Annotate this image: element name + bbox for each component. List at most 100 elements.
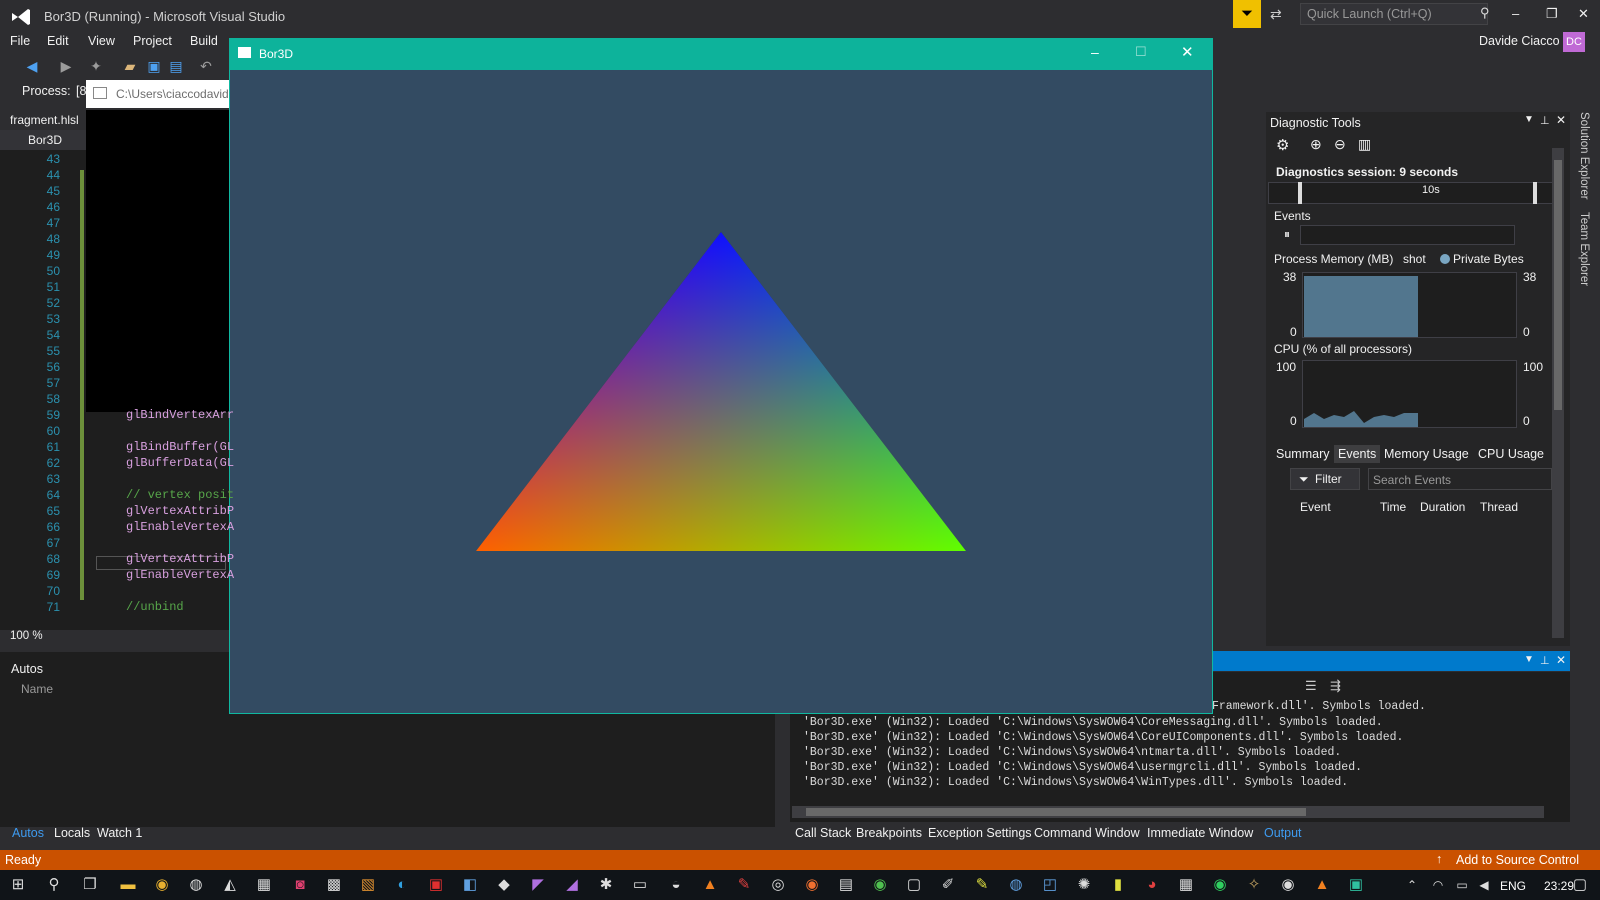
volume-icon[interactable]: ◀	[1474, 875, 1494, 895]
app-icon-7[interactable]: ▩	[324, 875, 344, 895]
app-icon-12[interactable]: ◆	[494, 875, 514, 895]
pin-icon[interactable]: ⊥	[1540, 114, 1550, 127]
app-icon-9[interactable]: ◐	[392, 875, 412, 895]
app-icon-6[interactable]: ◙	[290, 875, 310, 895]
app-icon-35[interactable]: ◉	[1278, 875, 1298, 895]
new-item-icon[interactable]: ✦	[88, 58, 104, 74]
battery-icon[interactable]: ▭	[1452, 875, 1472, 895]
quick-launch-input[interactable]: Quick Launch (Ctrl+Q)	[1300, 3, 1488, 25]
tab-breakpoints[interactable]: Breakpoints	[856, 826, 922, 840]
menu-project[interactable]: Project	[133, 34, 172, 48]
tab-locals[interactable]: Locals	[54, 826, 90, 840]
menu-build[interactable]: Build	[190, 34, 218, 48]
clear-all-icon[interactable]: ⇶	[1330, 678, 1341, 694]
app-icon-15[interactable]: ✱	[596, 875, 616, 895]
app-icon-27[interactable]: ◍	[1006, 875, 1026, 895]
steam-icon[interactable]: ◎	[768, 875, 788, 895]
timeline-start-handle[interactable]	[1298, 182, 1302, 204]
file-explorer-icon[interactable]: ▬	[118, 875, 138, 895]
diagnostics-tab-summary[interactable]: Summary	[1276, 447, 1329, 461]
zoom-out-icon[interactable]: ⊖	[1334, 136, 1346, 153]
close-icon[interactable]: ✕	[1578, 6, 1589, 22]
terminal-icon[interactable]: ▭	[630, 875, 650, 895]
word-wrap-icon[interactable]: ☰	[1305, 678, 1317, 694]
spotify-icon[interactable]: ◉	[1210, 875, 1230, 895]
app-icon-36[interactable]: ▲	[1312, 875, 1332, 895]
app-icon-5[interactable]: ▦	[254, 875, 274, 895]
output-close-icon[interactable]: ✕	[1556, 653, 1566, 667]
app-maximize-icon[interactable]: ☐	[1135, 44, 1147, 60]
close-panel-icon[interactable]: ✕	[1556, 113, 1566, 127]
wifi-icon[interactable]: ◠	[1428, 875, 1448, 895]
bor3d-title-bar[interactable]	[229, 38, 1213, 70]
app-icon-28[interactable]: ◰	[1040, 875, 1060, 895]
app-icon-29[interactable]: ✺	[1074, 875, 1094, 895]
filter-dropdown[interactable]: ⏷ Filter	[1290, 468, 1360, 490]
tab-command-window[interactable]: Command Window	[1034, 826, 1140, 840]
settings-icon[interactable]: ⚙	[1276, 136, 1289, 154]
sublime-icon[interactable]: ▧	[358, 875, 378, 895]
restore-icon[interactable]: ❐	[1546, 6, 1558, 22]
timeline-end-handle[interactable]	[1533, 182, 1537, 204]
tab-call-stack[interactable]: Call Stack	[795, 826, 851, 840]
app-icon-26[interactable]: ✎	[972, 875, 992, 895]
menu-view[interactable]: View	[88, 34, 115, 48]
back-icon[interactable]: ◀	[24, 58, 40, 74]
tab-autos[interactable]: Autos	[12, 826, 44, 840]
timeline-ruler[interactable]	[1268, 182, 1555, 204]
tab-output[interactable]: Output	[1264, 826, 1302, 840]
side-tab-solution-explorer[interactable]: Solution Explorer	[1578, 112, 1590, 200]
visual-studio-icon[interactable]: ◤	[528, 875, 548, 895]
report-icon[interactable]: ▥	[1358, 136, 1371, 153]
app-icon-34[interactable]: ✧	[1244, 875, 1264, 895]
chrome-icon[interactable]: ◉	[152, 875, 172, 895]
tab-fragment-hlsl[interactable]: fragment.hlsl	[0, 110, 86, 130]
avatar[interactable]: DC	[1563, 32, 1585, 52]
diagnostics-tab-events[interactable]: Events	[1334, 445, 1381, 463]
search-taskbar-icon[interactable]: ⚲	[44, 875, 64, 895]
visual-studio-icon-2[interactable]: ◢	[562, 875, 582, 895]
search-icon[interactable]: ⚲	[1480, 5, 1490, 21]
save-icon[interactable]: ▣	[146, 58, 162, 74]
zoom-level[interactable]: 100 %	[10, 630, 43, 642]
tab-watch-1[interactable]: Watch 1	[97, 826, 142, 840]
app-icon-30[interactable]: ▮	[1108, 875, 1128, 895]
tray-chevron-icon[interactable]: ⌃	[1402, 875, 1422, 895]
firefox-icon[interactable]: ◉	[802, 875, 822, 895]
language-indicator[interactable]: ENG	[1500, 879, 1526, 893]
diagnostics-tab-cpu-usage[interactable]: CPU Usage	[1478, 447, 1544, 461]
scrollbar-thumb[interactable]	[1554, 160, 1562, 410]
undo-icon[interactable]: ↶	[198, 58, 214, 74]
menu-file[interactable]: File	[10, 34, 30, 48]
lightroom-icon[interactable]: ▢	[904, 875, 924, 895]
notification-filter-icon[interactable]: ⏷	[1233, 0, 1261, 28]
menu-edit[interactable]: Edit	[47, 34, 69, 48]
side-tab-team-explorer[interactable]: Team Explorer	[1578, 212, 1590, 286]
task-view-icon[interactable]: ❐	[80, 875, 100, 895]
zoom-in-icon[interactable]: ⊕	[1310, 136, 1322, 153]
bor3d-taskbar-icon[interactable]: ▣	[1346, 875, 1366, 895]
process-dropdown[interactable]: [8	[76, 84, 86, 98]
tab-exception-settings[interactable]: Exception Settings	[928, 826, 1032, 840]
add-to-source-control[interactable]: Add to Source Control	[1456, 853, 1579, 867]
minimize-icon[interactable]: –	[1512, 6, 1519, 21]
tab-immediate-window[interactable]: Immediate Window	[1147, 826, 1253, 840]
notifications-icon[interactable]: ▢	[1570, 875, 1590, 895]
app-minimize-icon[interactable]: –	[1091, 44, 1099, 60]
app-icon-3[interactable]: ◍	[186, 875, 206, 895]
start-icon[interactable]: ⊞	[8, 875, 28, 895]
app-icon-4[interactable]: ◭	[220, 875, 240, 895]
vlc-icon[interactable]: ▲	[700, 875, 720, 895]
app-icon-25[interactable]: ✐	[938, 875, 958, 895]
app-icon-32[interactable]: ▦	[1176, 875, 1196, 895]
app-icon-11[interactable]: ◧	[460, 875, 480, 895]
open-folder-icon[interactable]: ▰	[122, 58, 138, 74]
search-events-input[interactable]: Search Events	[1368, 468, 1552, 490]
feedback-icon[interactable]: ⇄	[1270, 6, 1282, 23]
forward-icon[interactable]: ▶	[58, 58, 74, 74]
diagnostics-tab-memory-usage[interactable]: Memory Usage	[1384, 447, 1469, 461]
dropdown-icon[interactable]: ▼	[1524, 114, 1534, 125]
console-window-title[interactable]: C:\Users\ciaccodavid	[86, 80, 246, 108]
user-name[interactable]: Davide Ciacco	[1479, 34, 1560, 48]
app-icon-22[interactable]: ▤	[836, 875, 856, 895]
